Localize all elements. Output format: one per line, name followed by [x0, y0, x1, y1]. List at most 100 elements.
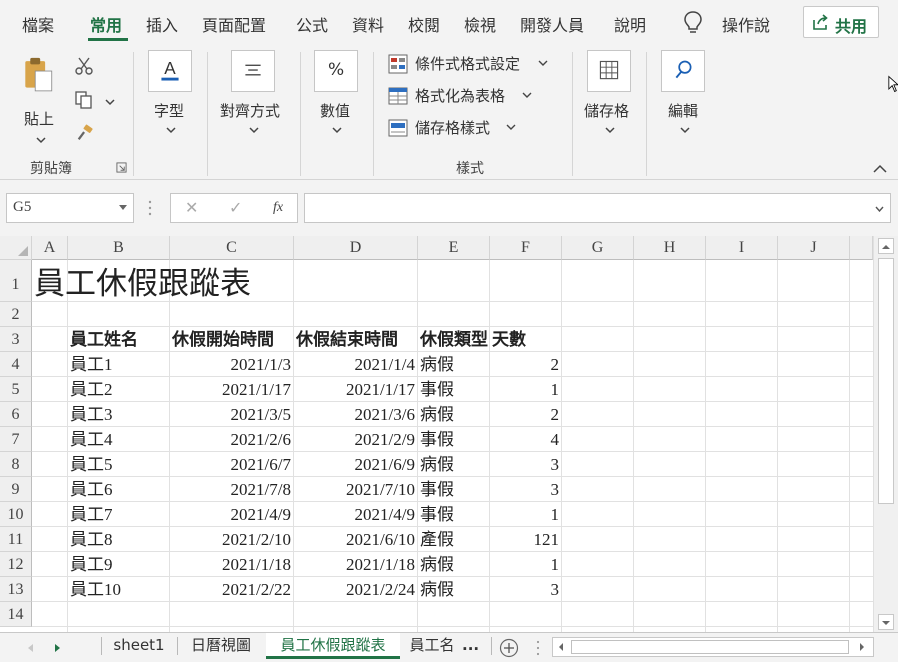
vertical-scrollbar[interactable] [873, 236, 898, 632]
next-sheet-icon[interactable] [54, 643, 62, 653]
font-group-button[interactable]: A 字型 [148, 50, 194, 142]
tab-review[interactable]: 校閱 [408, 12, 440, 36]
row-header-3[interactable]: 3 [0, 327, 32, 352]
table-cell[interactable]: 病假 [418, 577, 489, 602]
table-cell[interactable]: 2021/2/9 [294, 427, 417, 452]
tell-me-search[interactable]: 操作說 [722, 12, 770, 36]
table-cell[interactable]: 2021/7/10 [294, 477, 417, 502]
copy-icon[interactable] [74, 90, 94, 110]
table-cell[interactable]: 員工9 [68, 552, 169, 577]
column-header-c[interactable]: C [170, 236, 294, 260]
name-box[interactable]: G5 [6, 193, 134, 223]
table-cell[interactable]: 員工1 [68, 352, 169, 377]
sheet-tab-leave-tracker[interactable]: 員工休假跟蹤表 [266, 633, 400, 659]
table-cell[interactable]: 2 [490, 352, 561, 377]
scroll-left-icon[interactable] [556, 642, 566, 652]
enter-icon[interactable]: ✓ [229, 198, 242, 217]
tab-file[interactable]: 檔案 [22, 12, 54, 36]
table-cell[interactable]: 病假 [418, 452, 489, 477]
sheet-tabs-overflow[interactable]: ... [462, 633, 488, 659]
conditional-formatting-button[interactable]: 條件式格式設定 [388, 52, 558, 76]
tab-formulas[interactable]: 公式 [296, 12, 328, 36]
row-header-4[interactable]: 4 [0, 352, 32, 377]
table-cell[interactable]: 2021/1/3 [170, 352, 293, 377]
table-cell[interactable]: 2021/6/9 [294, 452, 417, 477]
tab-developer[interactable]: 開發人員 [520, 12, 584, 36]
format-as-table-button[interactable]: 格式化為表格 [388, 84, 558, 108]
column-header-j[interactable]: J [778, 236, 850, 260]
table-cell[interactable]: 2021/4/9 [294, 502, 417, 527]
column-header-d[interactable]: D [294, 236, 418, 260]
row-header-2[interactable]: 2 [0, 302, 32, 327]
format-painter-icon[interactable] [76, 124, 94, 142]
scroll-up-button[interactable] [878, 238, 894, 254]
sheet-tab-sheet1[interactable]: sheet1 [104, 633, 174, 659]
table-cell[interactable]: 員工4 [68, 427, 169, 452]
table-header-cell[interactable]: 休假開始時間 [170, 327, 294, 352]
table-cell[interactable]: 事假 [418, 502, 489, 527]
table-cell[interactable]: 員工6 [68, 477, 169, 502]
table-cell[interactable]: 3 [490, 477, 561, 502]
table-header-cell[interactable]: 員工姓名 [68, 327, 170, 352]
prev-sheet-icon[interactable] [26, 643, 34, 653]
expand-formula-bar-icon[interactable] [875, 206, 884, 212]
table-cell[interactable]: 3 [490, 452, 561, 477]
paste-button[interactable]: 貼上 [18, 54, 64, 146]
insert-function-icon[interactable]: fx [273, 200, 283, 216]
row-header-11[interactable]: 11 [0, 527, 32, 552]
table-cell[interactable]: 2021/1/18 [294, 552, 417, 577]
dialog-launcher-icon[interactable] [116, 162, 127, 173]
table-cell[interactable]: 2021/3/6 [294, 402, 417, 427]
table-cell[interactable]: 事假 [418, 427, 489, 452]
table-cell[interactable]: 產假 [418, 527, 489, 552]
table-cell[interactable]: 2021/2/22 [170, 577, 293, 602]
formula-input[interactable] [304, 193, 891, 223]
row-header-9[interactable]: 9 [0, 477, 32, 502]
tab-home[interactable]: 常用 [90, 12, 122, 36]
copy-options-chevron-icon[interactable] [104, 98, 116, 106]
table-cell[interactable]: 2021/1/17 [170, 377, 293, 402]
column-header-a[interactable]: A [32, 236, 68, 260]
column-header-i[interactable]: I [706, 236, 778, 260]
worksheet-grid[interactable]: ABCDEFGHIJ 1 2 3 4 5 6 7 8 9 10 11 12 13 14 員工姓名 休假開始時… [0, 236, 898, 632]
table-cell[interactable]: 2021/7/8 [170, 477, 293, 502]
tab-page-layout[interactable]: 頁面配置 [202, 12, 266, 36]
table-cell[interactable]: 2021/4/9 [170, 502, 293, 527]
table-cell[interactable]: 1 [490, 552, 561, 577]
column-header-f[interactable]: F [490, 236, 562, 260]
cell-styles-button[interactable]: 儲存格樣式 [388, 116, 558, 140]
tab-split-handle-icon[interactable] [536, 639, 540, 657]
table-cell[interactable]: 2021/6/10 [294, 527, 417, 552]
editing-group-button[interactable]: 編輯 [660, 50, 708, 142]
table-cell[interactable]: 2021/2/10 [170, 527, 293, 552]
tab-insert[interactable]: 插入 [146, 12, 178, 36]
table-cell[interactable]: 4 [490, 427, 561, 452]
vertical-scroll-thumb[interactable] [878, 258, 894, 504]
share-button[interactable]: 共用 [803, 6, 879, 38]
table-cell[interactable]: 2021/1/17 [294, 377, 417, 402]
select-all-corner[interactable] [0, 236, 32, 260]
table-cell[interactable]: 員工10 [68, 577, 169, 602]
table-cell[interactable]: 2 [490, 402, 561, 427]
table-header-cell[interactable]: 休假結束時間 [294, 327, 418, 352]
table-cell[interactable]: 121 [490, 527, 561, 552]
table-header-cell[interactable]: 天數 [490, 327, 562, 352]
table-cell[interactable]: 病假 [418, 402, 489, 427]
table-header-cell[interactable]: 休假類型 [418, 327, 492, 352]
table-cell[interactable]: 員工3 [68, 402, 169, 427]
table-cell[interactable]: 2021/3/5 [170, 402, 293, 427]
lightbulb-icon[interactable] [682, 10, 704, 36]
table-cell[interactable]: 2021/1/4 [294, 352, 417, 377]
row-header-6[interactable]: 6 [0, 402, 32, 427]
sheet-title[interactable]: 員工休假跟蹤表 [34, 262, 251, 306]
sheet-tab-calendar-view[interactable]: 日曆視圖 [180, 633, 262, 659]
tab-view[interactable]: 檢視 [464, 12, 496, 36]
column-header-g[interactable]: G [562, 236, 634, 260]
number-group-button[interactable]: % 數值 [314, 50, 360, 142]
horizontal-scrollbar[interactable] [552, 637, 874, 657]
table-cell[interactable]: 事假 [418, 477, 489, 502]
sheet-tab-employee-list[interactable]: 員工名 [402, 633, 462, 659]
add-sheet-icon[interactable] [499, 638, 519, 658]
table-cell[interactable]: 員工5 [68, 452, 169, 477]
table-cell[interactable]: 病假 [418, 552, 489, 577]
